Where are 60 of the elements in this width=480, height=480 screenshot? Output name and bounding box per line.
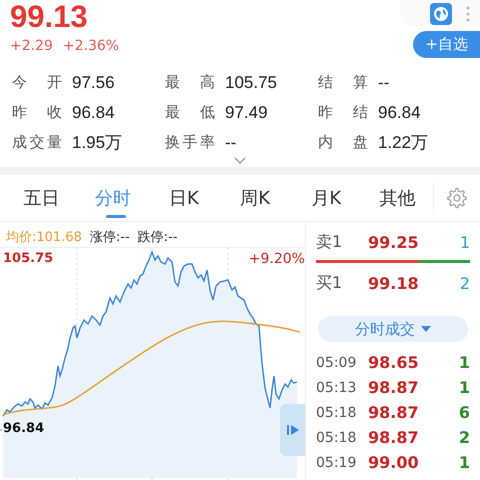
stat-label: 结算 bbox=[318, 72, 368, 93]
price-change: +2.29 bbox=[10, 38, 53, 54]
trade-time: 05:18 bbox=[316, 404, 358, 420]
bid-label: 买1 bbox=[316, 272, 344, 294]
trade-price: 99.00 bbox=[368, 453, 420, 472]
stat-value: 1.22万 bbox=[378, 132, 428, 153]
stat-value: -- bbox=[378, 72, 390, 93]
ask-volume: 1 bbox=[460, 232, 470, 252]
trade-price: 98.87 bbox=[368, 428, 420, 447]
play-icon bbox=[286, 424, 298, 436]
trade-time: 05:09 bbox=[316, 354, 358, 370]
chart-tab[interactable]: 日K bbox=[148, 175, 220, 221]
stat-value: -- bbox=[225, 132, 236, 153]
bid-price: 99.18 bbox=[368, 274, 420, 292]
limit-up: 涨停:-- bbox=[90, 229, 130, 245]
stat-label: 成交量 bbox=[12, 132, 62, 153]
previous-close: 96.84 bbox=[3, 421, 44, 436]
trade-price: 98.65 bbox=[368, 353, 420, 372]
settings-icon[interactable] bbox=[446, 187, 468, 209]
chart-tab[interactable]: 周K bbox=[220, 175, 291, 221]
percent-change: +2.36% bbox=[62, 38, 120, 54]
caret-down-icon bbox=[421, 326, 431, 332]
trade-volume: 6 bbox=[458, 403, 470, 422]
stat-value: 96.84 bbox=[378, 102, 421, 123]
stat-value: 97.56 bbox=[72, 72, 115, 93]
average-price: 均价:101.68 bbox=[6, 229, 82, 245]
trade-price: 98.87 bbox=[368, 378, 420, 397]
stat-value: 105.75 bbox=[225, 72, 277, 93]
globe-icon[interactable] bbox=[430, 3, 452, 25]
expand-handle[interactable] bbox=[280, 404, 305, 456]
high-percent: +9.20% bbox=[248, 251, 305, 267]
price: 99.13 bbox=[10, 0, 89, 34]
trade-volume: 1 bbox=[458, 353, 470, 372]
stat-value: 97.49 bbox=[225, 102, 268, 123]
chart-tab[interactable]: 其他 bbox=[362, 175, 434, 221]
bid-volume: 2 bbox=[460, 274, 470, 292]
trade-time: 05:19 bbox=[316, 454, 358, 470]
trade-volume: 1 bbox=[458, 453, 470, 472]
stat-label: 最高 bbox=[165, 72, 215, 93]
trade-volume: 2 bbox=[458, 428, 470, 447]
chart-tab[interactable]: 月K bbox=[290, 175, 362, 221]
stat-value: 1.95万 bbox=[72, 132, 122, 153]
stat-value: 96.84 bbox=[72, 102, 115, 123]
high-price: 105.75 bbox=[3, 251, 54, 266]
ask-label: 卖1 bbox=[316, 232, 344, 252]
chart-tab[interactable]: 五日 bbox=[6, 175, 78, 221]
trade-price: 98.87 bbox=[368, 403, 420, 422]
stat-label: 换手率 bbox=[165, 132, 215, 153]
stat-label: 内盘 bbox=[318, 132, 368, 153]
trade-time: 05:13 bbox=[316, 380, 358, 396]
stat-label: 最低 bbox=[165, 102, 215, 123]
stat-label: 昨收 bbox=[12, 102, 62, 123]
ask-price: 99.25 bbox=[368, 232, 420, 252]
trade-volume: 1 bbox=[458, 378, 470, 397]
stat-label: 昨结 bbox=[318, 102, 368, 123]
chevron-down-icon[interactable] bbox=[234, 157, 246, 164]
limit-down: 跌停:-- bbox=[138, 229, 178, 245]
stat-label: 今开 bbox=[12, 72, 62, 93]
more-icon[interactable] bbox=[466, 5, 470, 23]
trade-time: 05:18 bbox=[316, 430, 358, 446]
